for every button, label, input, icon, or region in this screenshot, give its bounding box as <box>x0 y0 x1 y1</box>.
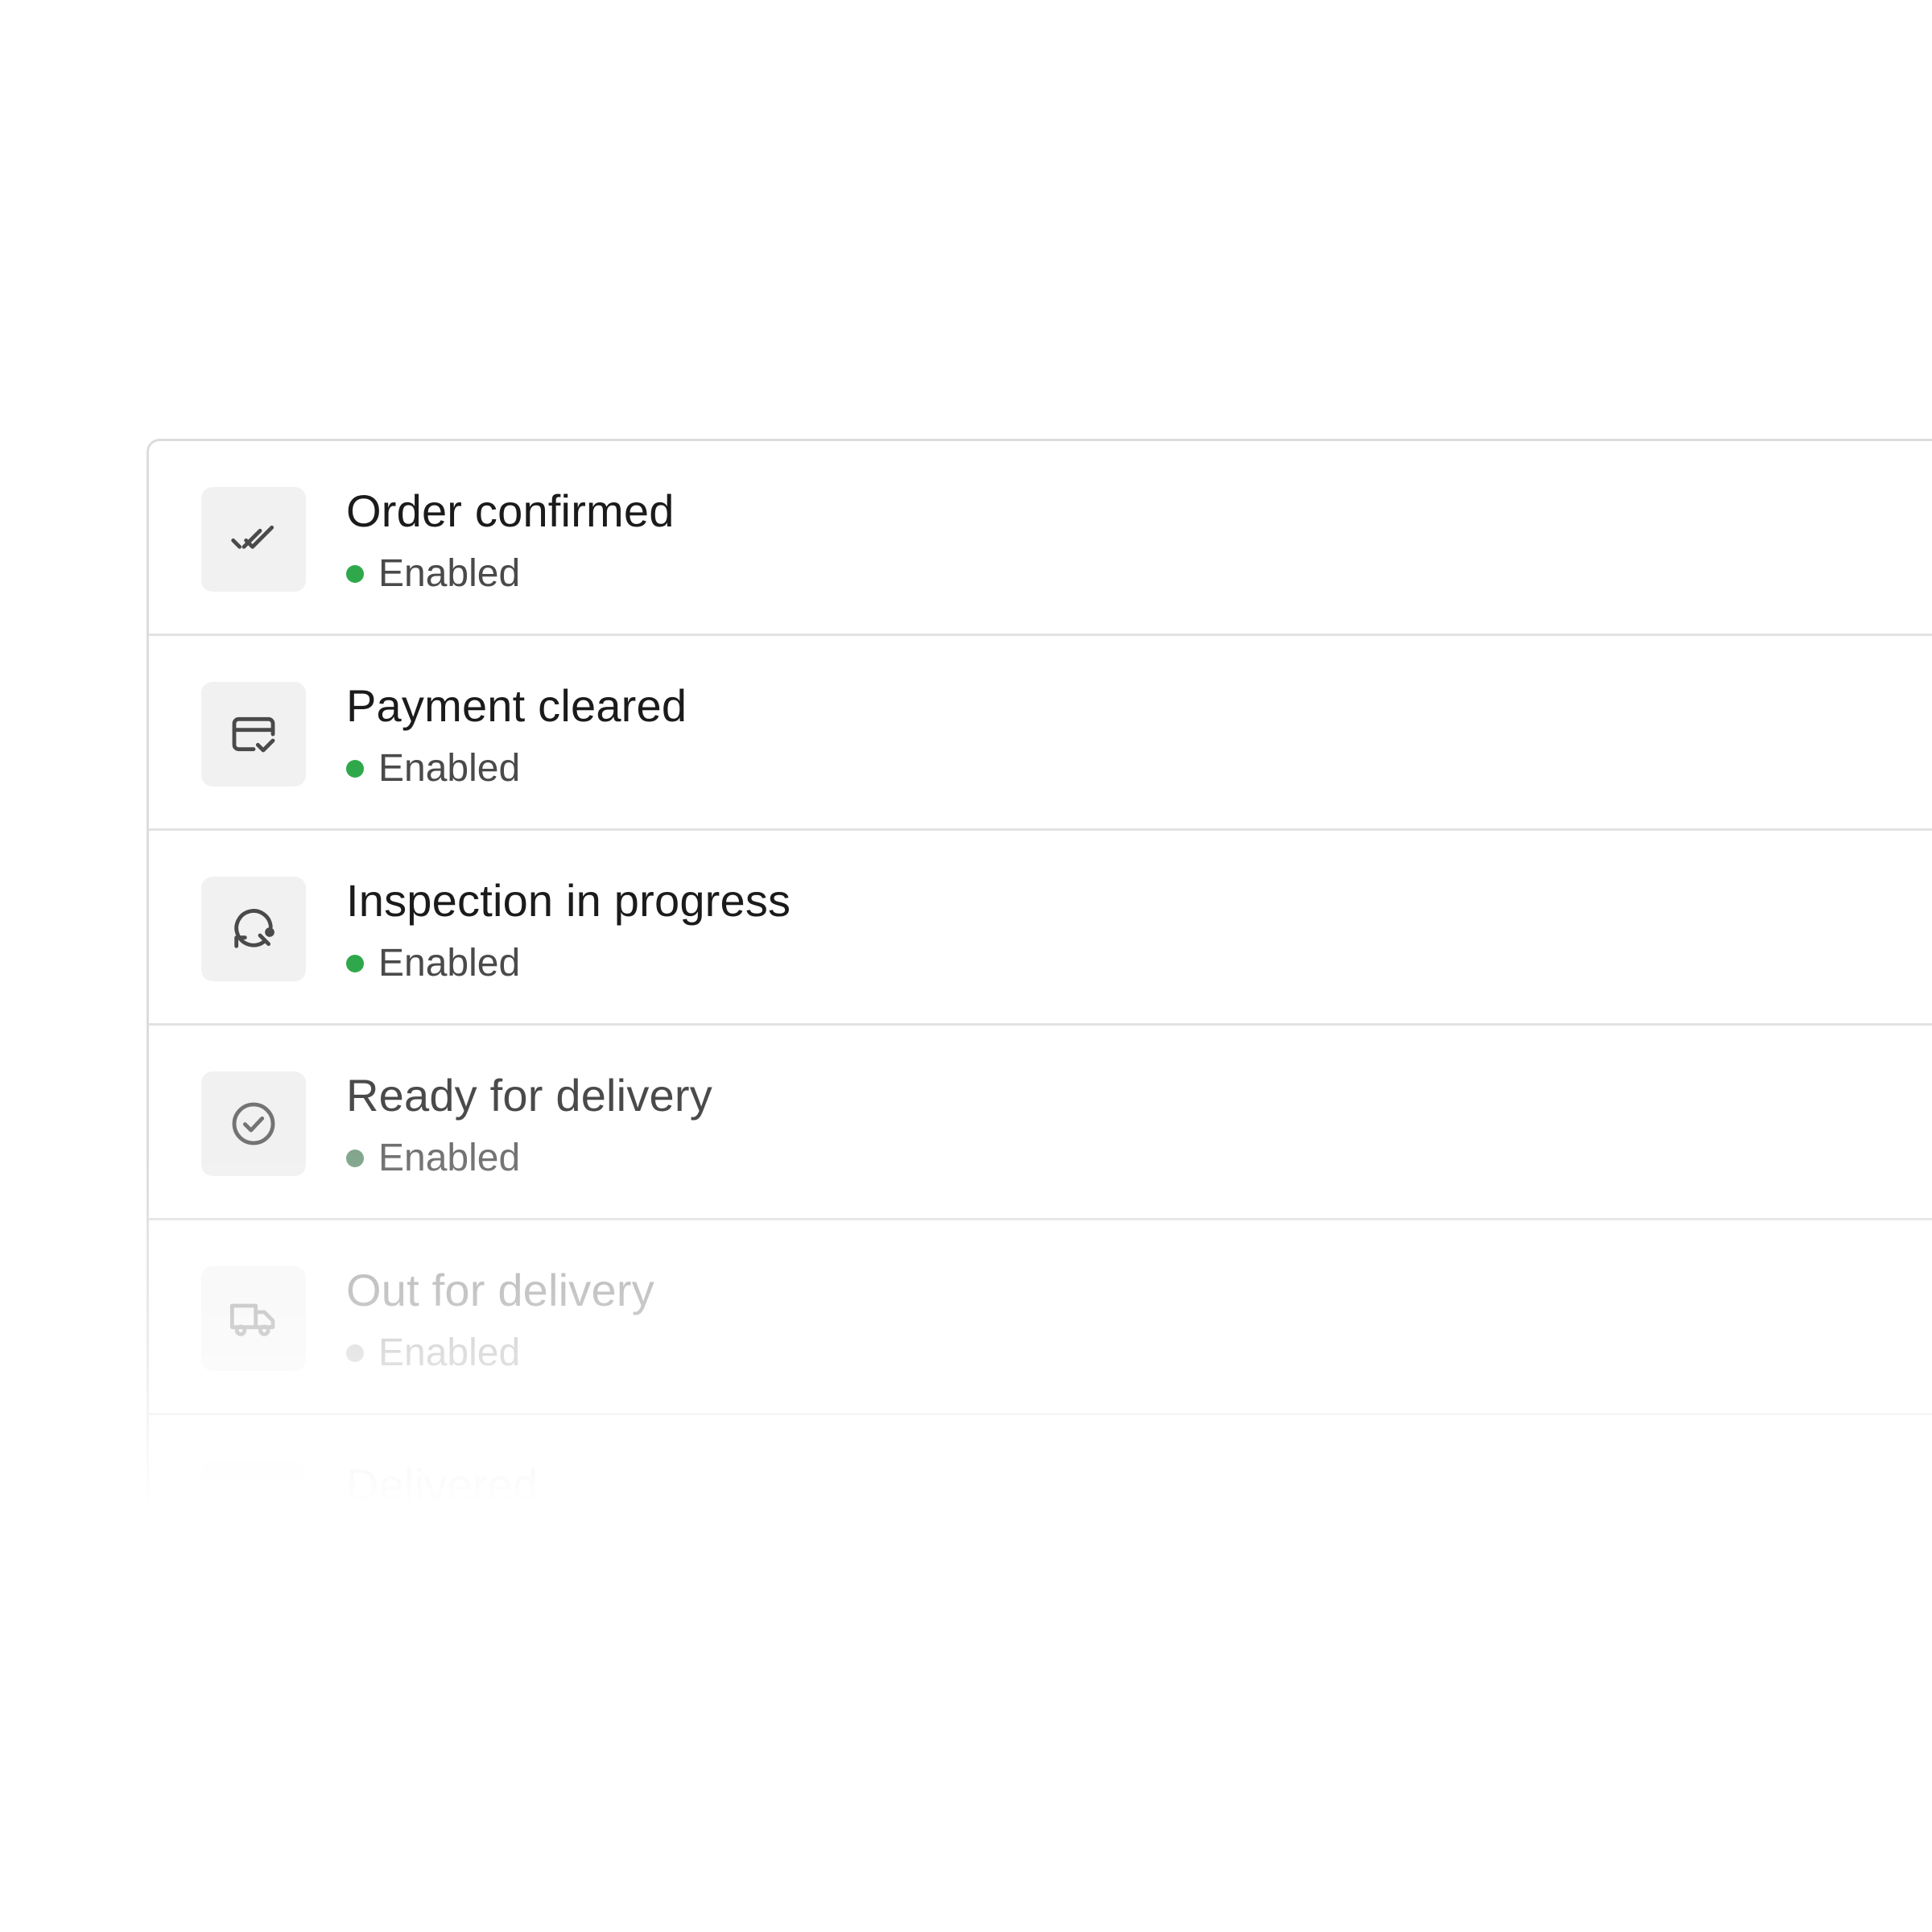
status-title: Ready for delivery <box>346 1070 712 1121</box>
refresh-wrench-icon <box>201 877 306 981</box>
page: Order confirmed Enabled Payment cleared … <box>0 0 1932 1932</box>
status-indicator: Enabled <box>346 1134 520 1183</box>
status-label: Enabled <box>378 747 521 790</box>
status-title: Delivered <box>346 1459 539 1510</box>
enabled-dot-icon <box>346 1150 364 1167</box>
status-title: Out for delivery <box>346 1265 654 1315</box>
status-indicator: Enabled <box>346 745 520 793</box>
enabled-dot-icon <box>346 955 364 972</box>
status-title: Inspection in progress <box>346 875 791 926</box>
enabled-dot-icon <box>346 1344 364 1362</box>
status-indicator: Enabled <box>346 1524 521 1566</box>
status-label: Enabled <box>378 552 521 595</box>
enabled-dot-icon <box>346 1539 364 1557</box>
status-row-order-confirmed[interactable]: Order confirmed Enabled <box>149 441 1932 636</box>
order-status-list: Order confirmed Enabled Payment cleared … <box>147 439 1932 1566</box>
status-row-inspection-in-progress[interactable]: Inspection in progress Enabled <box>149 831 1932 1026</box>
status-row-ready-for-delivery[interactable]: Ready for delivery Enabled <box>149 1026 1932 1220</box>
status-indicator: Enabled <box>346 939 520 988</box>
status-row-out-for-delivery[interactable]: Out for delivery Enabled <box>149 1220 1932 1415</box>
status-title: Payment cleared <box>346 680 687 731</box>
status-indicator: Enabled <box>346 1329 520 1377</box>
delivered-icon <box>201 1461 306 1563</box>
status-label: Enabled <box>378 1331 521 1374</box>
credit-card-check-icon <box>201 682 306 786</box>
double-check-icon <box>201 487 306 592</box>
truck-icon <box>201 1266 306 1371</box>
status-row-delivered[interactable]: Delivered Enabled <box>149 1415 1932 1566</box>
enabled-dot-icon <box>346 565 364 583</box>
status-indicator: Enabled <box>346 550 520 598</box>
circle-check-icon <box>201 1071 306 1176</box>
status-title: Order confirmed <box>346 485 675 536</box>
status-label: Enabled <box>378 1526 521 1566</box>
status-label: Enabled <box>378 942 521 985</box>
enabled-dot-icon <box>346 760 364 778</box>
status-label: Enabled <box>378 1137 521 1179</box>
status-row-payment-cleared[interactable]: Payment cleared Enabled <box>149 636 1932 831</box>
